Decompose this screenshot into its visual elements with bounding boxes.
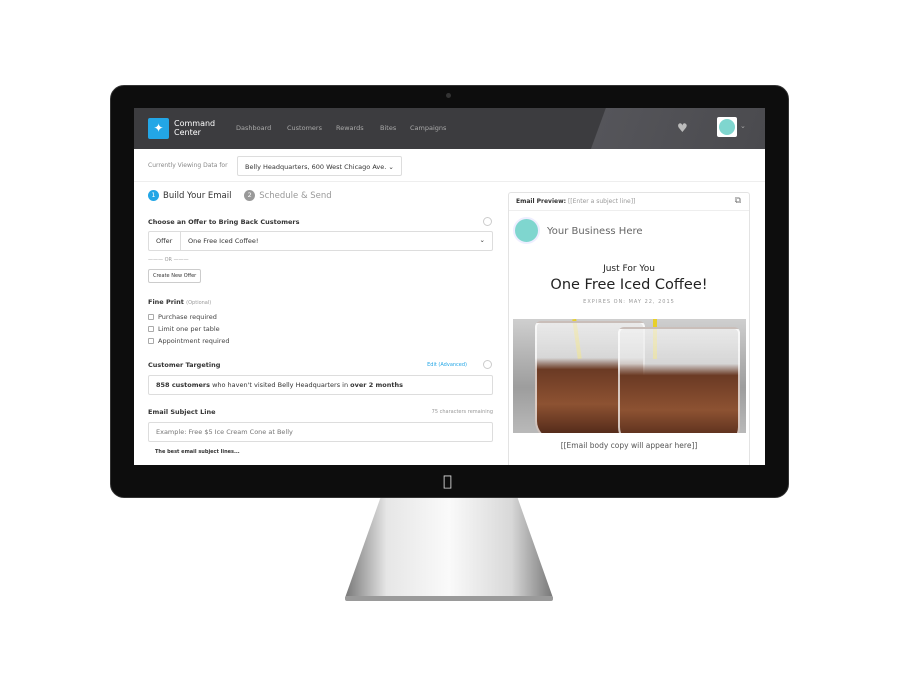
nav-rewards[interactable]: Rewards — [336, 124, 364, 132]
targeting-heading: Customer Targeting — [148, 361, 221, 369]
preview-tagline: Just For You — [603, 264, 655, 274]
step-1[interactable]: 1 Build Your Email — [148, 190, 232, 201]
targeting-text: who haven't visited Belly Headquarters i… — [210, 381, 351, 389]
heart-icon[interactable]: ♥ — [677, 121, 688, 135]
offer-value: One Free Iced Coffee! — [188, 237, 259, 245]
subject-heading: Email Subject Line — [148, 408, 216, 416]
preview-subject: [[Enter a subject line]] — [567, 198, 636, 205]
apple-logo-icon:  — [443, 472, 452, 490]
checkbox-purchase-required[interactable]: Purchase required — [148, 313, 217, 321]
step-label: Build Your Email — [163, 191, 232, 201]
chevron-down-icon[interactable]: ⌄ — [740, 122, 746, 130]
viewing-label: Currently Viewing Data for — [148, 162, 228, 169]
business-logo — [513, 217, 540, 244]
steps: 1 Build Your Email 2 Schedule & Send — [148, 190, 332, 201]
or-text: OR — [164, 257, 173, 263]
preview-header: Email Preview: [[Enter a subject line]] … — [509, 193, 749, 211]
create-new-offer-button[interactable]: Create New Offer — [148, 269, 202, 283]
avatar[interactable] — [717, 117, 737, 137]
step-label: Schedule & Send — [259, 191, 332, 201]
offer-heading: Choose an Offer to Bring Back Customers — [148, 218, 300, 226]
monitor-stand-base — [345, 596, 553, 601]
step-number: 2 — [244, 190, 256, 201]
camera — [446, 93, 451, 98]
popout-icon[interactable]: ⧉ — [735, 196, 741, 206]
subject-tips: The best email subject lines... — [155, 449, 240, 455]
preview-offer: One Free Iced Coffee! — [550, 277, 708, 293]
fine-print-label: Fine Print — [148, 298, 184, 306]
characters-remaining: 75 characters remaining — [431, 409, 493, 415]
preview-expires: EXPIRES ON: MAY 22, 2015 — [583, 299, 675, 305]
business-name: Your Business Here — [547, 226, 643, 237]
nav-dashboard[interactable]: Dashboard — [236, 124, 271, 132]
targeting-summary: 858 customers who haven't visited Belly … — [148, 375, 493, 395]
checkbox-limit-one[interactable]: Limit one per table — [148, 325, 220, 333]
offer-select[interactable]: Offer One Free Iced Coffee! ⌄ — [148, 231, 493, 251]
preview-body: [[Email body copy will appear here]] — [560, 441, 698, 450]
chevron-down-icon: ⌄ — [479, 236, 485, 244]
offer-prefix: Offer — [149, 232, 181, 250]
edit-advanced-link[interactable]: Edit (Advanced) — [427, 362, 467, 368]
brand: Command Center — [174, 119, 216, 137]
targeting-duration: over 2 months — [350, 381, 404, 389]
info-icon[interactable] — [483, 360, 492, 369]
or-divider: ——— OR ——— — [148, 257, 189, 263]
location-select[interactable]: Belly Headquarters, 600 West Chicago Ave… — [237, 156, 402, 176]
nav-campaigns[interactable]: Campaigns — [410, 124, 446, 132]
command-center-logo-icon[interactable]: ✦ — [148, 118, 169, 139]
customer-count: 858 customers — [156, 381, 211, 389]
step-2[interactable]: 2 Schedule & Send — [244, 190, 332, 201]
screen: ✦ Command Center Dashboard Customers Rewa… — [134, 108, 765, 465]
info-icon[interactable] — [483, 217, 492, 226]
top-nav: ✦ Command Center Dashboard Customers Rewa… — [134, 108, 765, 149]
checkbox-appointment-required[interactable]: Appointment required — [148, 337, 229, 345]
subject-line-input[interactable] — [148, 422, 493, 442]
checkbox-label: Limit one per table — [158, 325, 220, 333]
checkbox-label: Appointment required — [158, 337, 230, 345]
nav-bites[interactable]: Bites — [380, 124, 396, 132]
fine-print-heading: Fine Print (Optional) — [148, 298, 211, 306]
optional-label: (Optional) — [186, 300, 212, 306]
location-value: Belly Headquarters, 600 West Chicago Ave… — [245, 163, 387, 171]
preview-label: Email Preview: — [516, 198, 567, 205]
iced-coffee-image — [513, 319, 746, 433]
step-number: 1 — [148, 190, 159, 201]
viewing-bar: Currently Viewing Data for Belly Headqua… — [134, 149, 765, 182]
nav-customers[interactable]: Customers — [287, 124, 322, 132]
monitor-stand — [345, 498, 553, 598]
chevron-down-icon: ⌄ — [388, 163, 394, 171]
email-preview: Email Preview: [[Enter a subject line]] … — [508, 192, 750, 465]
checkbox-label: Purchase required — [158, 313, 217, 321]
